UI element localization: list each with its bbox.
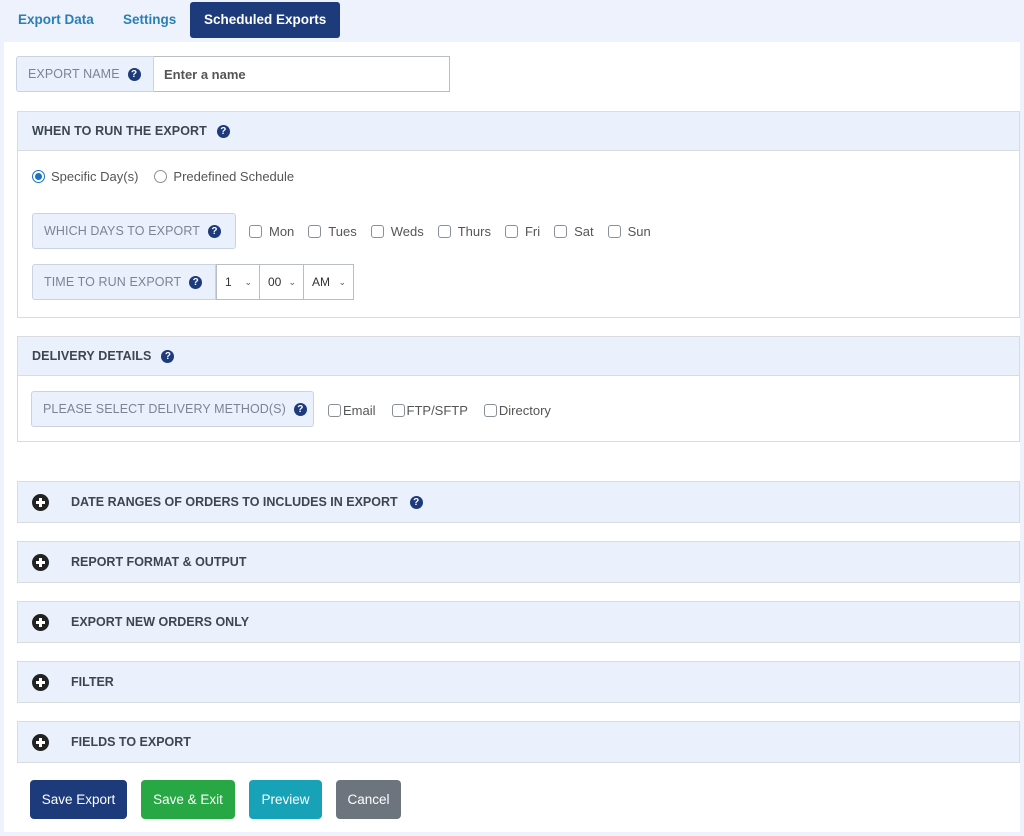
save-export-button[interactable]: Save Export [30, 780, 127, 819]
day-checkbox-fri[interactable]: Fri [504, 224, 541, 239]
accordion-label: FIELDS TO EXPORT [71, 735, 191, 749]
tab-export-data[interactable]: Export Data [4, 2, 108, 38]
checkbox[interactable] [391, 404, 405, 417]
delivery-method-group: PLEASE SELECT DELIVERY METHOD(S) ? [31, 391, 314, 427]
delivery-method-label: Directory [498, 403, 551, 418]
accordion-label: DATE RANGES OF ORDERS TO INCLUDES IN EXP… [71, 495, 398, 509]
day-label: Mon [269, 224, 295, 239]
day-label: Thurs [457, 224, 491, 239]
checkbox[interactable] [328, 404, 341, 417]
question-circle-icon[interactable]: ? [409, 495, 423, 509]
plus-circle-icon[interactable] [32, 613, 49, 631]
radio-specific-days-label[interactable]: Specific Day(s) [51, 169, 138, 184]
day-label: Fri [524, 224, 541, 239]
day-label: Sat [574, 224, 594, 239]
day-label: Tues [328, 224, 357, 239]
checkbox[interactable] [483, 404, 497, 417]
accordion-report-format[interactable]: REPORT FORMAT & OUTPUT [17, 541, 1020, 583]
day-label: Weds [390, 224, 424, 239]
meridiem-value: AM [312, 275, 330, 289]
checkbox[interactable] [249, 225, 262, 238]
minute-select[interactable]: 00 ⌄ [259, 264, 304, 300]
question-circle-icon[interactable]: ? [216, 124, 230, 138]
minute-value: 00 [268, 275, 282, 289]
checkbox[interactable] [308, 225, 322, 238]
day-checkbox-thurs[interactable]: Thurs [437, 224, 491, 239]
day-checkbox-sun[interactable]: Sun [607, 224, 651, 239]
hour-select[interactable]: 1 ⌄ [216, 264, 260, 300]
accordion-label: FILTER [71, 675, 114, 689]
meridiem-select[interactable]: AM ⌄ [303, 264, 354, 300]
radio-specific-days[interactable] [32, 170, 45, 183]
day-label: Sun [627, 224, 651, 239]
question-circle-icon[interactable]: ? [127, 67, 141, 81]
plus-circle-icon[interactable] [32, 493, 49, 511]
accordion-filter[interactable]: FILTER [17, 661, 1020, 703]
delivery-method-label: Email [343, 403, 376, 418]
tab-settings[interactable]: Settings [109, 2, 190, 38]
question-circle-icon[interactable]: ? [189, 275, 203, 289]
radio-predefined-schedule[interactable] [154, 170, 168, 183]
accordion-label: EXPORT NEW ORDERS ONLY [71, 615, 250, 629]
time-label-text: TIME TO RUN EXPORT [44, 275, 182, 289]
when-to-run-header: WHEN TO RUN THE EXPORT ? [18, 112, 1019, 151]
delivery-checkbox-group: Email FTP/SFTP Directory [328, 403, 551, 418]
tab-bar: Export Data Settings Scheduled Exports [0, 0, 1024, 40]
export-name-label-text: EXPORT NAME [28, 67, 120, 81]
save-exit-button[interactable]: Save & Exit [141, 780, 235, 819]
when-to-run-title: WHEN TO RUN THE EXPORT [32, 124, 207, 138]
accordion-label: REPORT FORMAT & OUTPUT [71, 555, 247, 569]
delivery-checkbox-ftp[interactable]: FTP/SFTP [391, 403, 468, 418]
checkbox[interactable] [437, 225, 451, 238]
delivery-title: DELIVERY DETAILS [32, 349, 152, 363]
accordion-date-ranges[interactable]: DATE RANGES OF ORDERS TO INCLUDES IN EXP… [17, 481, 1020, 523]
accordion-fields-to-export[interactable]: FIELDS TO EXPORT [17, 721, 1020, 763]
preview-button[interactable]: Preview [249, 780, 322, 819]
days-label-text: WHICH DAYS TO EXPORT [44, 224, 200, 238]
days-group: WHICH DAYS TO EXPORT ? [32, 213, 236, 249]
delivery-checkbox-email[interactable]: Email [328, 403, 376, 418]
page-gutter [0, 452, 4, 517]
export-name-input[interactable] [154, 56, 450, 92]
delivery-method-label: PLEASE SELECT DELIVERY METHOD(S) ? [31, 391, 314, 427]
question-circle-icon[interactable]: ? [207, 224, 221, 238]
checkbox[interactable] [607, 225, 621, 238]
day-checkbox-tues[interactable]: Tues [308, 224, 357, 239]
time-label: TIME TO RUN EXPORT ? [32, 264, 216, 300]
plus-circle-icon[interactable] [32, 673, 49, 691]
time-group: TIME TO RUN EXPORT ? 1 ⌄ 00 ⌄ AM ⌄ [32, 264, 354, 300]
delivery-checkbox-directory[interactable]: Directory [483, 403, 551, 418]
day-checkbox-sat[interactable]: Sat [554, 224, 594, 239]
delivery-header: DELIVERY DETAILS ? [18, 337, 1019, 376]
chevron-down-icon: ⌄ [338, 276, 346, 287]
days-checkbox-group: Mon Tues Weds Thurs Fri Sat Sun [249, 224, 651, 239]
chevron-down-icon: ⌄ [288, 276, 296, 287]
plus-circle-icon[interactable] [32, 733, 49, 751]
day-checkbox-mon[interactable]: Mon [249, 224, 294, 239]
delivery-method-label-text: PLEASE SELECT DELIVERY METHOD(S) [43, 402, 286, 416]
schedule-type-radio-group: Specific Day(s) Predefined Schedule [32, 169, 294, 184]
question-circle-icon[interactable]: ? [293, 402, 307, 416]
days-label: WHICH DAYS TO EXPORT ? [32, 213, 236, 249]
export-name-group: EXPORT NAME ? [16, 56, 450, 92]
export-name-label: EXPORT NAME ? [16, 56, 154, 92]
checkbox[interactable] [504, 225, 518, 238]
checkbox[interactable] [370, 225, 384, 238]
day-checkbox-weds[interactable]: Weds [370, 224, 424, 239]
question-circle-icon[interactable]: ? [161, 349, 175, 363]
hour-value: 1 [225, 275, 232, 289]
chevron-down-icon: ⌄ [244, 276, 252, 287]
tab-scheduled-exports[interactable]: Scheduled Exports [190, 2, 341, 38]
accordion-new-orders-only[interactable]: EXPORT NEW ORDERS ONLY [17, 601, 1020, 643]
cancel-button[interactable]: Cancel [336, 780, 401, 819]
radio-predefined-schedule-label[interactable]: Predefined Schedule [173, 169, 294, 184]
checkbox[interactable] [554, 225, 568, 238]
plus-circle-icon[interactable] [32, 553, 49, 571]
delivery-method-label: FTP/SFTP [406, 403, 468, 418]
